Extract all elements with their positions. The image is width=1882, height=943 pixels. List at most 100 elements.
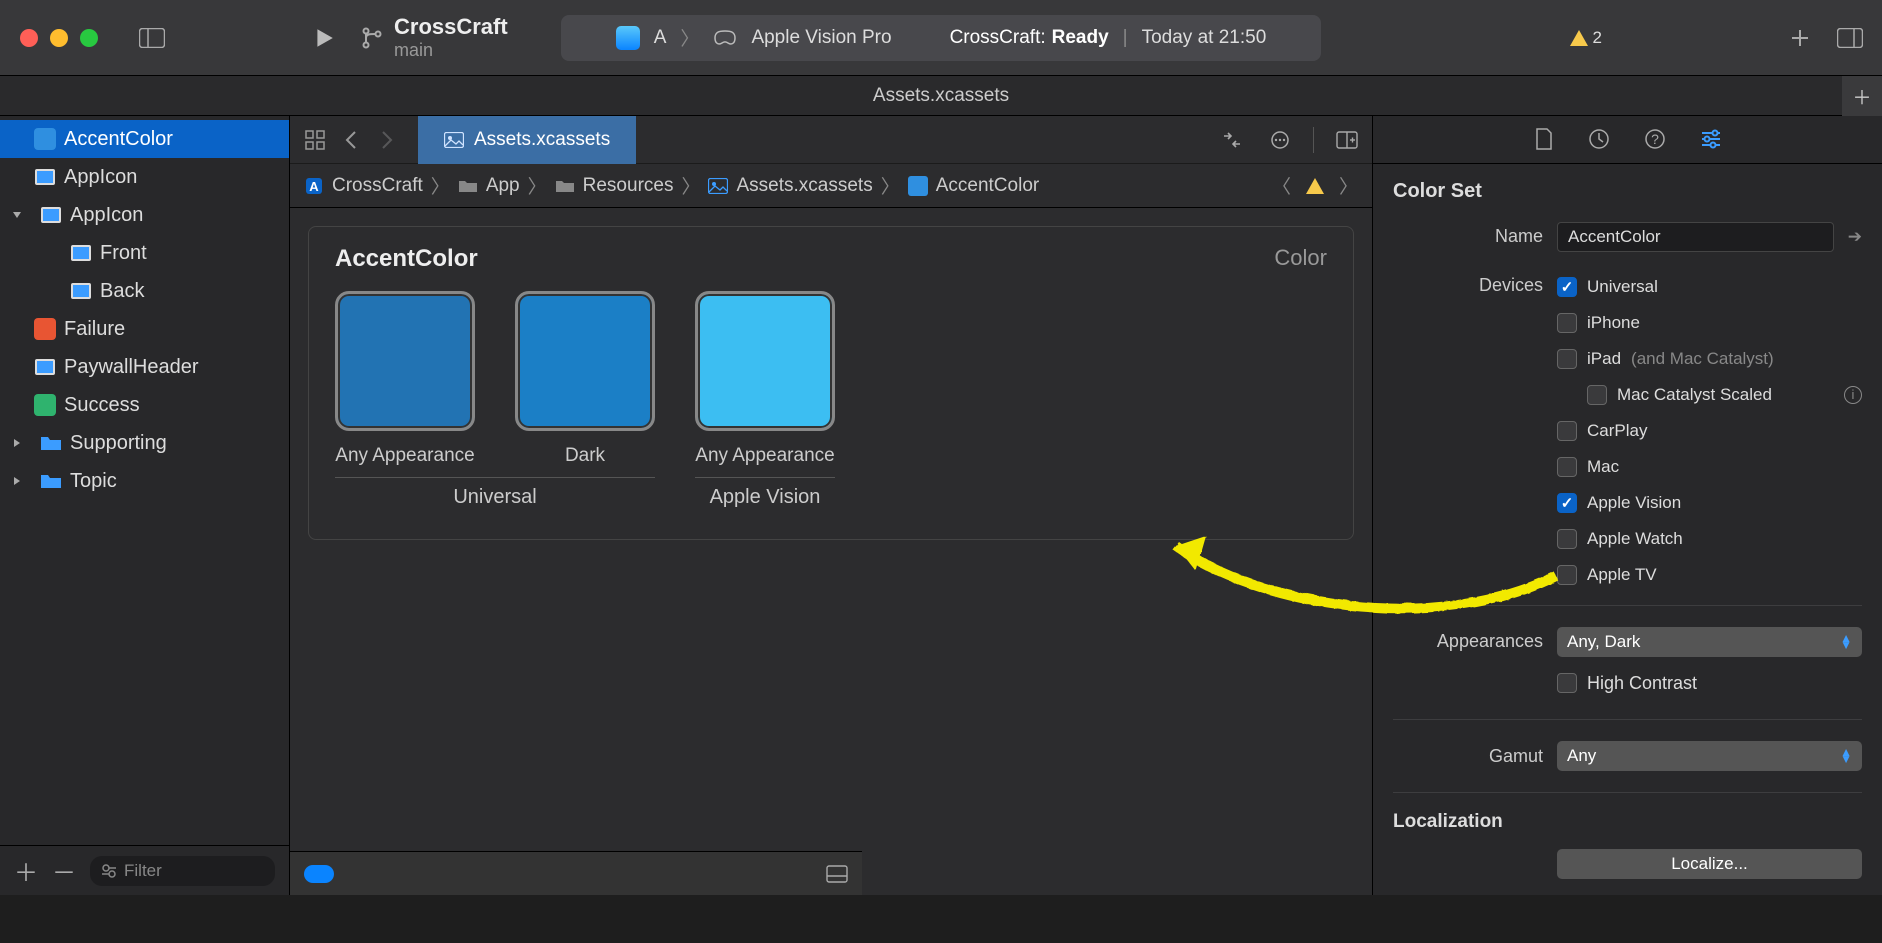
group-label: Apple Vision	[695, 477, 835, 509]
toggle-left-sidebar-button[interactable]	[138, 24, 166, 52]
color-preview	[335, 291, 475, 431]
device-checkbox[interactable]	[1557, 457, 1577, 477]
nav-item-front[interactable]: Front	[0, 234, 289, 272]
file-inspector-tab[interactable]	[1534, 127, 1554, 151]
nav-item-failure[interactable]: Failure	[0, 310, 289, 348]
assets-icon	[708, 178, 728, 194]
run-button[interactable]	[310, 24, 338, 52]
crumb-2[interactable]: Resources	[583, 175, 674, 197]
editor-options-button[interactable]	[1265, 125, 1295, 155]
color-well[interactable]: Dark	[515, 291, 655, 467]
device-label: CarPlay	[1587, 421, 1647, 441]
nav-item-accentcolor[interactable]: AccentColor	[0, 120, 289, 158]
device-checkbox[interactable]	[1557, 349, 1577, 369]
asset-title: AccentColor	[335, 245, 478, 273]
editor-file-tab[interactable]: Assets.xcassets	[418, 116, 636, 164]
crumb-prev-button[interactable]: 〈	[1272, 172, 1291, 199]
color-swatch-icon	[908, 176, 928, 196]
disclosure-icon[interactable]	[12, 476, 26, 486]
image-set-icon	[70, 282, 92, 300]
color-well[interactable]: Any Appearance	[695, 291, 835, 467]
review-changes-button[interactable]	[1217, 125, 1247, 155]
history-inspector-tab[interactable]	[1588, 128, 1610, 150]
crumb-0[interactable]: CrossCraft	[332, 175, 423, 197]
folder-icon	[458, 178, 478, 194]
device-checkbox[interactable]	[1557, 277, 1577, 297]
device-row-universal: Universal	[1557, 269, 1862, 305]
toggle-right-sidebar-button[interactable]	[1836, 24, 1864, 52]
gamut-value: Any	[1567, 746, 1596, 766]
device-checkbox[interactable]	[1557, 421, 1577, 441]
warning-icon[interactable]	[1305, 176, 1325, 196]
close-window-button[interactable]	[20, 29, 38, 47]
project-name: CrossCraft	[394, 14, 508, 40]
status-project: CrossCraft:	[950, 27, 1046, 49]
minimize-window-button[interactable]	[50, 29, 68, 47]
nav-item-label: Front	[100, 242, 147, 265]
nav-back-button[interactable]	[336, 125, 366, 155]
nav-item-success[interactable]: Success	[0, 386, 289, 424]
attributes-inspector-tab[interactable]	[1700, 129, 1722, 149]
inspector-panel: ? Color Set Name ➔ Devices UniversaliPho…	[1372, 116, 1882, 895]
appearances-select[interactable]: Any, Dark ▲▼	[1557, 627, 1862, 657]
device-row-iphone: iPhone	[1557, 305, 1862, 341]
issues-badge[interactable]: 2	[1569, 28, 1602, 48]
remove-asset-button[interactable]: －	[52, 853, 76, 888]
nav-item-back[interactable]: Back	[0, 272, 289, 310]
nav-item-supporting[interactable]: Supporting	[0, 424, 289, 462]
window-tab-title[interactable]: Assets.xcassets	[873, 85, 1009, 107]
filter-placeholder: Filter	[124, 861, 162, 881]
debug-indicator[interactable]	[304, 865, 334, 883]
new-window-tab-button[interactable]: ＋	[1842, 76, 1882, 116]
debug-bar	[290, 851, 862, 895]
related-items-button[interactable]	[300, 125, 330, 155]
scheme-branch[interactable]: CrossCraft main	[360, 14, 508, 61]
name-arrow-icon[interactable]: ➔	[1848, 227, 1862, 247]
crumb-next-button[interactable]: 〉	[1339, 172, 1358, 199]
crumb-1[interactable]: App	[486, 175, 520, 197]
device-row-apple-watch: Apple Watch	[1557, 521, 1862, 557]
device-checkbox[interactable]	[1557, 529, 1577, 549]
nav-item-topic[interactable]: Topic	[0, 462, 289, 500]
folder-icon	[555, 178, 575, 194]
inspector-tabs: ?	[1373, 116, 1882, 164]
filter-field[interactable]: Filter	[90, 856, 275, 886]
device-checkbox[interactable]	[1557, 565, 1577, 585]
branch-name: main	[394, 40, 508, 61]
folder-icon	[40, 472, 62, 490]
appearances-label: Appearances	[1393, 631, 1543, 652]
status-ready: Ready	[1052, 27, 1109, 49]
nav-item-paywallheader[interactable]: PaywallHeader	[0, 348, 289, 386]
add-asset-button[interactable]: ＋	[14, 853, 38, 888]
localize-button[interactable]: Localize...	[1557, 849, 1862, 879]
info-icon[interactable]: i	[1844, 386, 1862, 404]
device-checkbox[interactable]	[1557, 313, 1577, 333]
high-contrast-checkbox[interactable]	[1557, 673, 1577, 693]
nav-forward-button[interactable]	[372, 125, 402, 155]
color-preview	[515, 291, 655, 431]
device-label: Apple TV	[1587, 565, 1657, 585]
crumb-3[interactable]: Assets.xcassets	[736, 175, 872, 197]
disclosure-icon[interactable]	[12, 210, 26, 220]
gamut-select[interactable]: Any ▲▼	[1557, 741, 1862, 771]
navigator-footer: ＋ － Filter	[0, 845, 289, 895]
image-set-icon	[34, 358, 56, 376]
nav-item-appicon[interactable]: AppIcon	[0, 158, 289, 196]
crumb-4[interactable]: AccentColor	[936, 175, 1040, 197]
color-well[interactable]: Any Appearance	[335, 291, 475, 467]
zoom-window-button[interactable]	[80, 29, 98, 47]
device-label: Apple Vision	[1587, 493, 1681, 513]
library-button[interactable]	[1786, 24, 1814, 52]
activity-status[interactable]: A 〉 Apple Vision Pro CrossCraft: Ready |…	[561, 15, 1321, 61]
toggle-debug-area-button[interactable]	[826, 865, 848, 883]
nav-item-appicon[interactable]: AppIcon	[0, 196, 289, 234]
color-swatch-icon	[34, 394, 56, 416]
add-editor-button[interactable]	[1332, 125, 1362, 155]
help-inspector-tab[interactable]: ?	[1644, 128, 1666, 150]
device-row-mac: Mac	[1557, 449, 1862, 485]
nav-item-label: Topic	[70, 470, 117, 493]
name-field[interactable]	[1557, 222, 1834, 252]
device-checkbox[interactable]	[1587, 385, 1607, 405]
device-checkbox[interactable]	[1557, 493, 1577, 513]
disclosure-icon[interactable]	[12, 438, 26, 448]
